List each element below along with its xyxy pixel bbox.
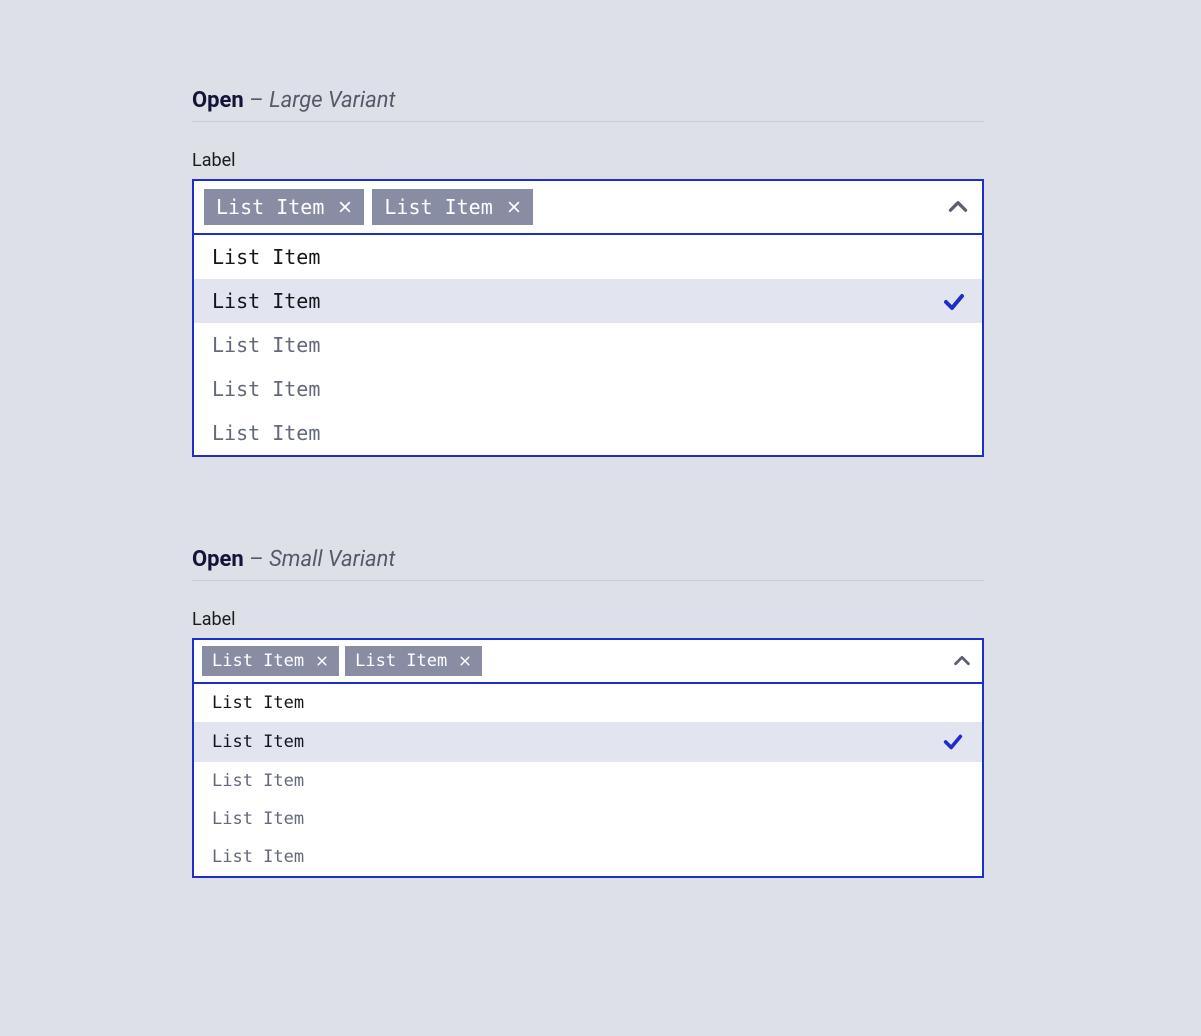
section-title-bold: Open xyxy=(192,547,244,572)
list-item[interactable]: List Item xyxy=(194,838,982,876)
selected-chip[interactable]: List Item xyxy=(202,646,339,676)
close-icon[interactable] xyxy=(457,653,473,669)
option-label: List Item xyxy=(212,245,320,269)
close-icon[interactable] xyxy=(505,198,523,216)
multiselect-large: List Item List Item Li xyxy=(192,179,984,457)
section-large: Open – Large Variant Label List Item Lis… xyxy=(192,88,984,457)
close-icon[interactable] xyxy=(314,653,330,669)
list-item[interactable]: List Item xyxy=(194,367,982,411)
multiselect-small: List Item List Item Li xyxy=(192,638,984,878)
option-label: List Item xyxy=(212,732,304,752)
option-label: List Item xyxy=(212,693,304,713)
section-title: Open – Large Variant xyxy=(192,88,984,122)
section-title-bold: Open xyxy=(192,88,244,113)
section-title-variant: Large Variant xyxy=(269,88,395,113)
option-label: List Item xyxy=(212,377,320,401)
selected-chip[interactable]: List Item xyxy=(345,646,482,676)
list-item[interactable]: List Item xyxy=(194,762,982,800)
list-item-selected[interactable]: List Item xyxy=(194,722,982,762)
list-item[interactable]: List Item xyxy=(194,235,982,279)
close-icon[interactable] xyxy=(336,198,354,216)
option-label: List Item xyxy=(212,847,304,867)
multiselect-input[interactable]: List Item List Item xyxy=(194,181,982,235)
chip-label: List Item xyxy=(355,651,447,671)
selected-chip[interactable]: List Item xyxy=(204,189,364,225)
list-item[interactable]: List Item xyxy=(194,684,982,722)
section-small: Open – Small Variant Label List Item Lis… xyxy=(192,547,984,878)
chip-label: List Item xyxy=(216,195,324,219)
option-label: List Item xyxy=(212,809,304,829)
multiselect-input[interactable]: List Item List Item xyxy=(194,640,982,684)
section-title: Open – Small Variant xyxy=(192,547,984,581)
option-label: List Item xyxy=(212,771,304,791)
chevron-up-icon[interactable] xyxy=(950,649,974,673)
list-item[interactable]: List Item xyxy=(194,800,982,838)
option-label: List Item xyxy=(212,333,320,357)
chip-label: List Item xyxy=(384,195,492,219)
option-label: List Item xyxy=(212,421,320,445)
field-label: Label xyxy=(192,609,984,630)
option-label: List Item xyxy=(212,289,320,313)
chip-label: List Item xyxy=(212,651,304,671)
section-title-dash: – xyxy=(244,88,269,113)
selected-chip[interactable]: List Item xyxy=(372,189,532,225)
section-title-dash: – xyxy=(244,547,269,572)
list-item[interactable]: List Item xyxy=(194,323,982,367)
check-icon xyxy=(942,731,964,753)
list-item[interactable]: List Item xyxy=(194,411,982,455)
list-item-selected[interactable]: List Item xyxy=(194,279,982,323)
options-list: List Item List Item List Item List Item … xyxy=(194,235,982,455)
options-list: List Item List Item List Item List Item … xyxy=(194,684,982,876)
check-icon xyxy=(942,290,964,312)
section-title-variant: Small Variant xyxy=(269,547,395,572)
field-label: Label xyxy=(192,150,984,171)
chevron-up-icon[interactable] xyxy=(944,193,972,221)
